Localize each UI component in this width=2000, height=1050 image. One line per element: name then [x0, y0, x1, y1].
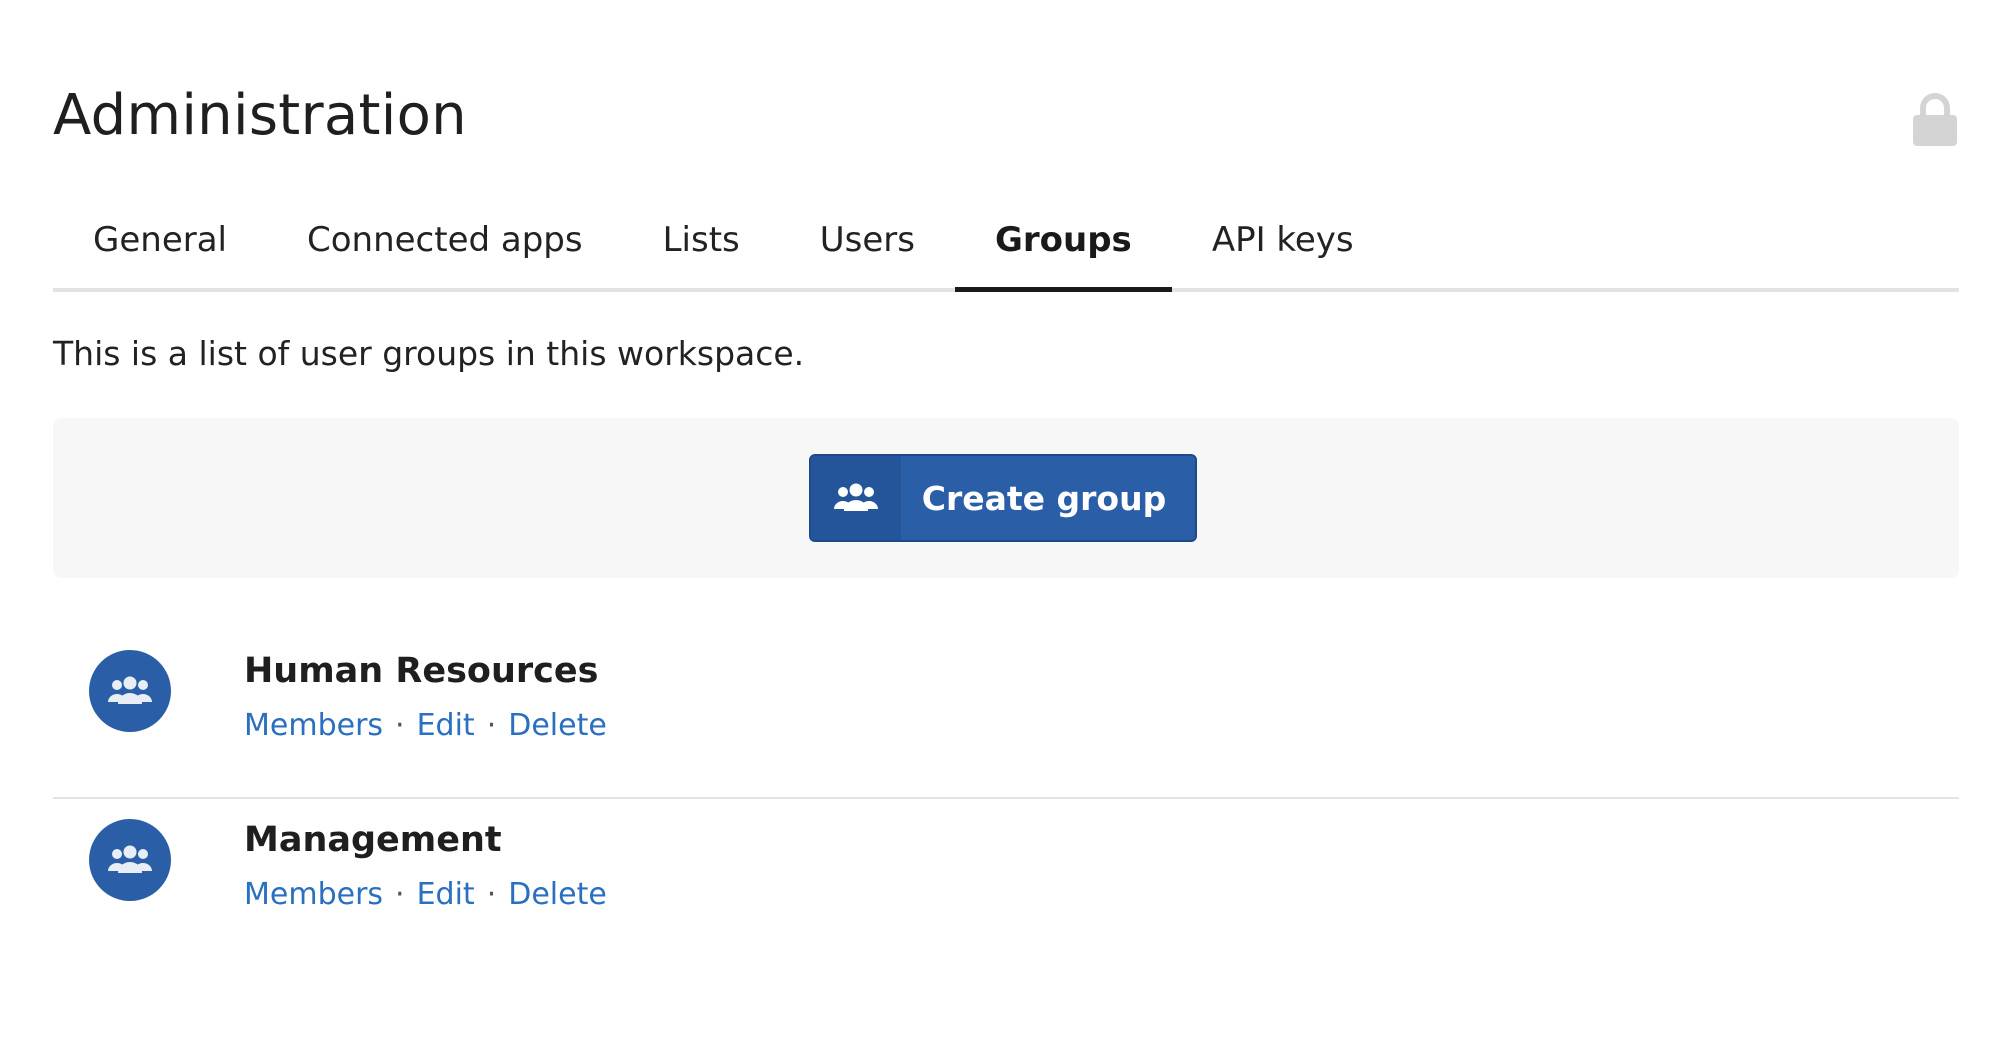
group-name: Human Resources: [244, 651, 599, 691]
delete-link[interactable]: Delete: [508, 877, 607, 912]
create-group-button[interactable]: Create group: [809, 454, 1197, 542]
list-item: Human Resources Members · Edit · Delete: [53, 630, 1959, 799]
list-item: Management Members · Edit · Delete: [53, 799, 1959, 966]
group-actions: Members · Edit · Delete: [244, 706, 607, 746]
admin-page: Administration General Connected apps Li…: [53, 0, 1959, 1050]
edit-link[interactable]: Edit: [417, 877, 475, 912]
group-actions: Members · Edit · Delete: [244, 875, 607, 915]
separator: ·: [395, 877, 405, 912]
separator: ·: [486, 877, 497, 912]
tab-groups[interactable]: Groups: [954, 200, 1172, 292]
admin-tabs: General Connected apps Lists Users Group…: [53, 200, 1959, 292]
users-icon: [89, 819, 171, 901]
members-link[interactable]: Members: [244, 708, 383, 743]
page-description: This is a list of user groups in this wo…: [53, 334, 805, 373]
tab-connected-apps[interactable]: Connected apps: [267, 200, 623, 288]
create-group-label: Create group: [921, 478, 1167, 518]
separator: ·: [395, 708, 405, 743]
members-link[interactable]: Members: [244, 877, 383, 912]
tab-users[interactable]: Users: [780, 200, 955, 288]
users-icon: [811, 456, 901, 540]
group-list: Human Resources Members · Edit · Delete Mana…: [53, 630, 1959, 966]
lock-icon[interactable]: [1911, 92, 1959, 146]
delete-link[interactable]: Delete: [508, 708, 607, 743]
edit-link[interactable]: Edit: [417, 708, 475, 743]
page-title: Administration: [53, 83, 467, 148]
group-name: Management: [244, 820, 502, 860]
tab-lists[interactable]: Lists: [623, 200, 780, 288]
separator: ·: [486, 708, 497, 743]
users-icon: [89, 650, 171, 732]
page-header: Administration: [53, 78, 1959, 158]
tab-general[interactable]: General: [53, 200, 267, 288]
create-group-panel: Create group: [53, 418, 1959, 578]
tab-api-keys[interactable]: API keys: [1172, 200, 1394, 288]
